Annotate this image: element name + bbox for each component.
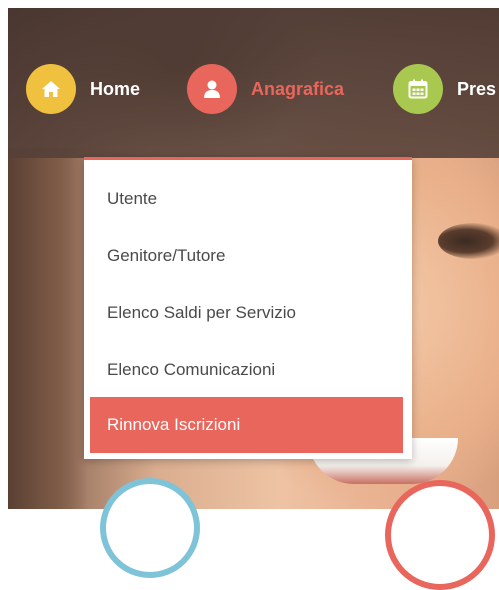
nav-item-anagrafica[interactable]: Anagrafica: [187, 64, 344, 114]
nav-label-presenze: Pres: [457, 78, 497, 99]
anagrafica-dropdown-menu: Utente Genitore/Tutore Elenco Saldi per …: [84, 157, 412, 459]
user-icon: [187, 64, 237, 114]
menu-item-rinnova-iscrizioni[interactable]: Rinnova Iscrizioni: [90, 397, 403, 453]
home-icon: [26, 64, 76, 114]
eye-shape: [438, 223, 499, 259]
calendar-icon: [393, 64, 443, 114]
menu-item-genitore-tutore[interactable]: Genitore/Tutore: [84, 228, 412, 284]
menu-item-elenco-saldi[interactable]: Elenco Saldi per Servizio: [84, 285, 412, 341]
hair-shape: [8, 148, 88, 509]
nav-item-presenze[interactable]: Pres: [393, 64, 496, 114]
nav-item-home[interactable]: Home: [26, 64, 140, 114]
menu-item-utente[interactable]: Utente: [84, 171, 412, 227]
feature-circle-right[interactable]: [385, 480, 495, 590]
nav-label-home: Home: [90, 78, 141, 99]
feature-circle-left[interactable]: [100, 478, 200, 578]
main-navbar: Home Anagrafica Pres: [8, 8, 499, 158]
menu-item-elenco-comunicazioni[interactable]: Elenco Comunicazioni: [84, 342, 412, 398]
nav-label-anagrafica: Anagrafica: [251, 78, 345, 99]
